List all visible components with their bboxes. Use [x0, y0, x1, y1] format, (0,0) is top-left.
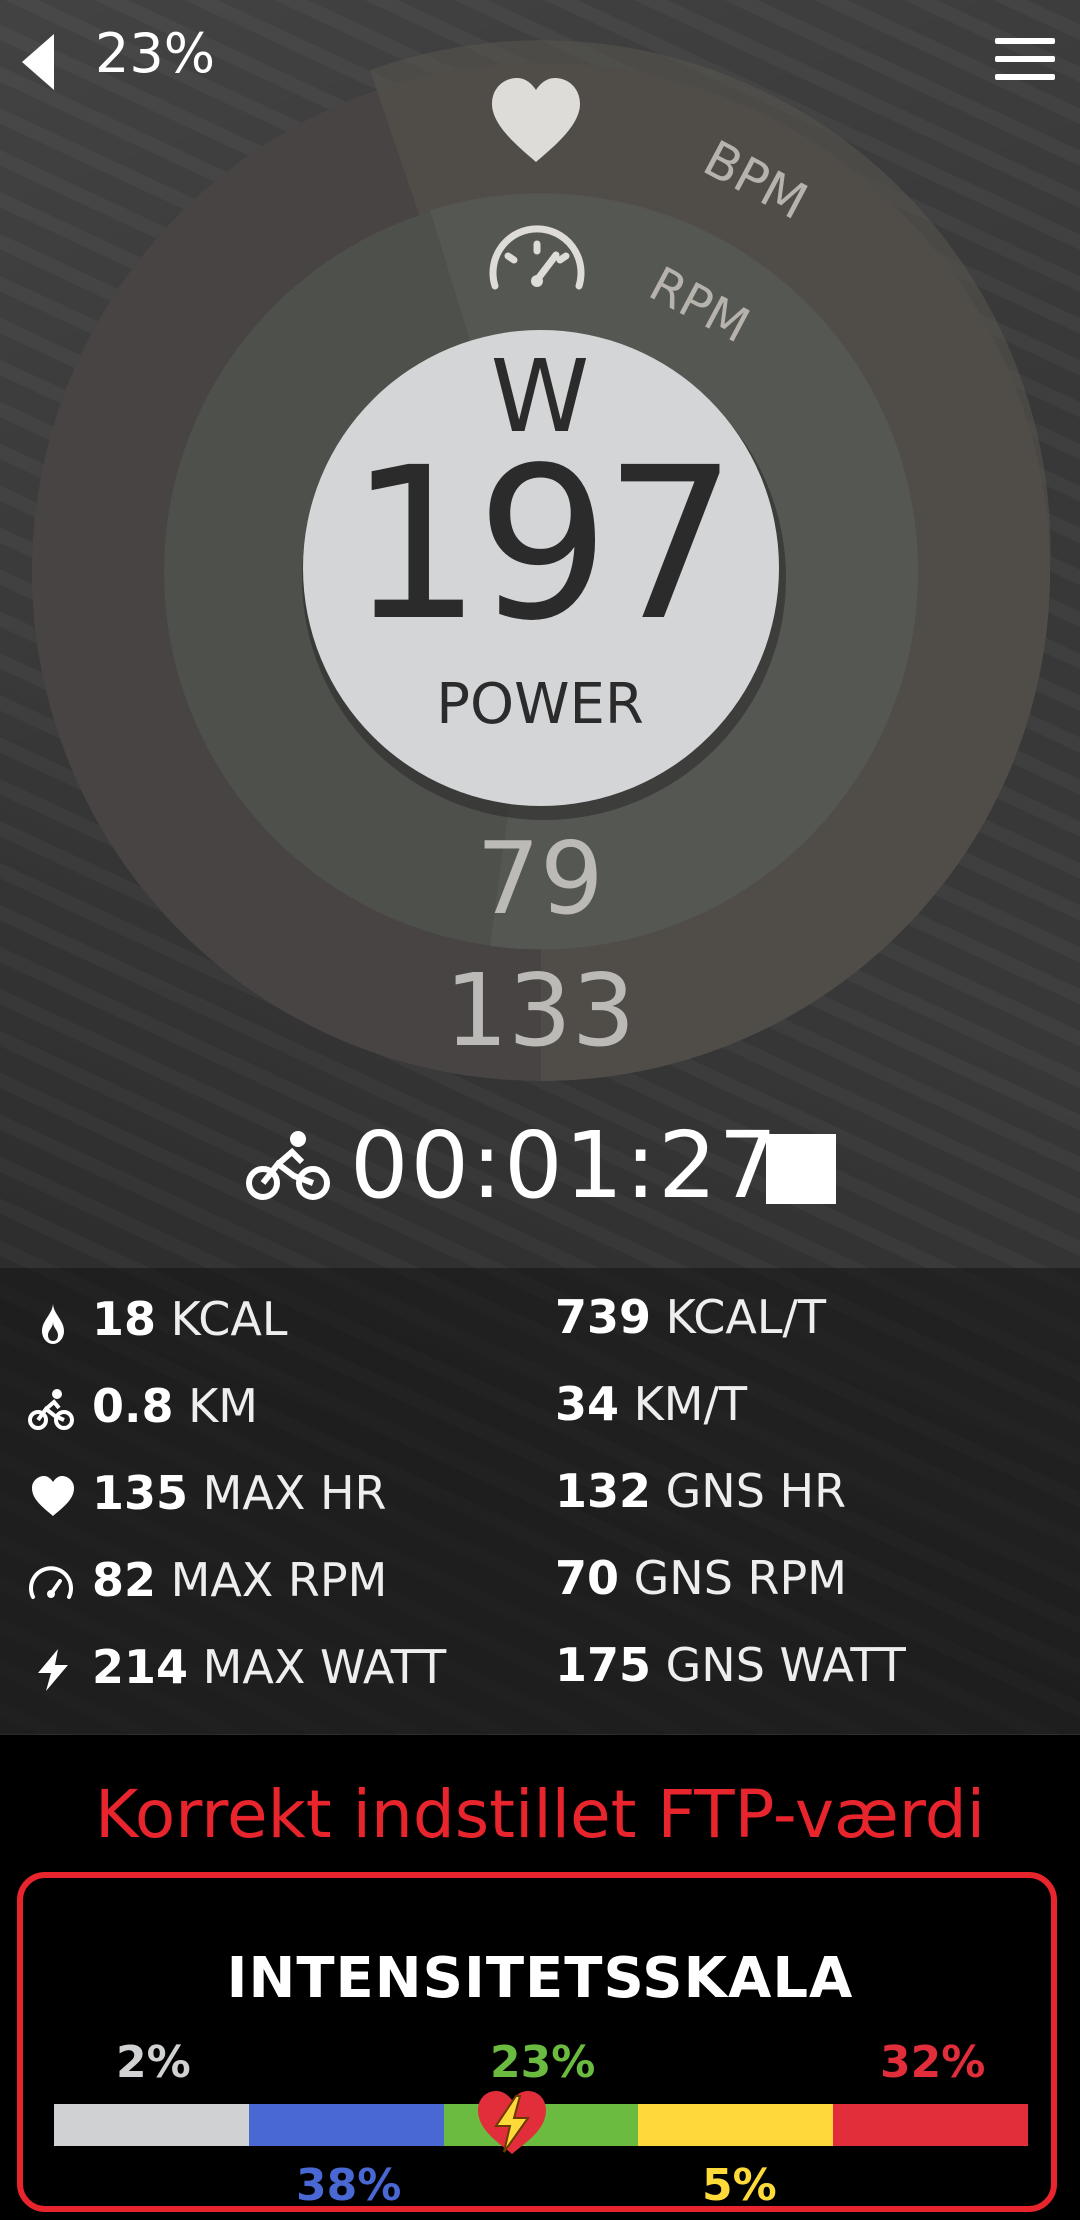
- zone-1-percent: 2%: [116, 2037, 191, 2088]
- stat-value: 70: [555, 1551, 620, 1605]
- bpm-value: 133: [444, 952, 636, 1069]
- stat-value: 0.8: [92, 1379, 174, 1433]
- stat-unit: KM/T: [633, 1377, 748, 1431]
- intensity-title: INTENSITETSSKALA: [226, 1946, 854, 2011]
- zone-5-segment: [833, 2104, 1028, 2146]
- stat-kcal: 18 KCAL: [92, 1292, 288, 1362]
- workout-dial: BPM RPM W 197 POWER 79 133: [0, 0, 1080, 1100]
- zone-4-segment: [638, 2104, 834, 2146]
- power-value: 197: [348, 422, 738, 667]
- stop-button[interactable]: [766, 1134, 836, 1204]
- bike-icon: [28, 1389, 74, 1430]
- stat-unit: GNS RPM: [633, 1551, 847, 1605]
- stat-value: 18: [92, 1292, 157, 1346]
- ftp-message[interactable]: Korrekt indstillet FTP-værdi: [0, 1776, 1080, 1853]
- stat-avg-watt: 175 GNS WATT: [555, 1638, 906, 1708]
- elapsed-time: 00:01:27: [350, 1112, 780, 1219]
- stat-value: 739: [555, 1290, 652, 1344]
- zone-5-percent: 32%: [880, 2037, 986, 2088]
- stat-unit: KCAL/T: [665, 1290, 827, 1344]
- current-zone-marker-icon: [478, 2091, 546, 2154]
- zone-3-percent: 23%: [490, 2037, 596, 2088]
- zone-2-percent: 38%: [296, 2160, 402, 2211]
- stat-unit: GNS HR: [665, 1464, 847, 1518]
- stat-value: 175: [555, 1638, 652, 1692]
- stat-speed: 34 KM/T: [555, 1377, 747, 1447]
- stat-unit: MAX HR: [202, 1466, 387, 1520]
- bike-icon: [246, 1131, 330, 1200]
- stat-unit: KCAL: [170, 1292, 288, 1346]
- zone-1-segment: [54, 2104, 249, 2146]
- stat-value: 135: [92, 1466, 189, 1520]
- power-label: POWER: [436, 672, 644, 737]
- zone-4-percent: 5%: [702, 2160, 777, 2211]
- stat-avg-hr: 132 GNS HR: [555, 1464, 846, 1534]
- stat-distance: 0.8 KM: [92, 1379, 258, 1449]
- stat-value: 214: [92, 1640, 189, 1694]
- stat-unit: MAX WATT: [202, 1640, 447, 1694]
- stat-kcal-per-hour: 739 KCAL/T: [555, 1290, 826, 1360]
- rpm-value: 79: [476, 820, 604, 937]
- stat-max-hr: 135 MAX HR: [92, 1466, 387, 1536]
- zone-2-segment: [248, 2104, 444, 2146]
- heart-icon: [32, 1476, 74, 1516]
- stat-max-watt: 214 MAX WATT: [92, 1640, 446, 1710]
- flame-icon: [42, 1303, 64, 1344]
- lightning-icon: [38, 1649, 68, 1691]
- stat-avg-rpm: 70 GNS RPM: [555, 1551, 847, 1621]
- stat-unit: GNS WATT: [665, 1638, 906, 1692]
- speedometer-icon: [29, 1566, 73, 1599]
- stat-unit: MAX RPM: [170, 1553, 388, 1607]
- stat-value: 82: [92, 1553, 157, 1607]
- stat-max-rpm: 82 MAX RPM: [92, 1553, 387, 1623]
- stat-value: 132: [555, 1464, 652, 1518]
- stat-value: 34: [555, 1377, 620, 1431]
- stat-unit: KM: [188, 1379, 258, 1433]
